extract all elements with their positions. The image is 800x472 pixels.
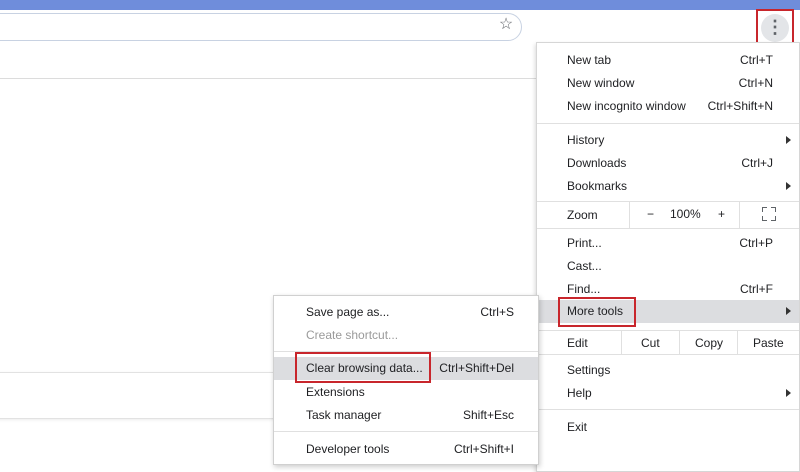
browser-toolbar	[0, 10, 800, 45]
clear-browsing-shortcut: Ctrl+Shift+Del	[439, 361, 514, 375]
submenu-arrow-icon	[786, 136, 791, 144]
zoom-out-button[interactable]: −	[647, 207, 654, 221]
print-label: Print...	[567, 236, 602, 250]
cut-button[interactable]: Cut	[621, 331, 680, 354]
copy-label: Copy	[695, 336, 724, 350]
toolbar-divider	[0, 78, 540, 79]
bookmark-star-icon[interactable]: ☆	[495, 14, 517, 36]
new-tab-label: New tab	[567, 53, 612, 67]
window-top-band	[0, 0, 800, 10]
zoom-level: 100%	[670, 207, 701, 221]
submenu-item-developer-tools[interactable]: Developer tools Ctrl+Shift+I	[274, 438, 538, 461]
zoom-row: Zoom − 100% +	[537, 201, 799, 228]
edit-row: Edit Cut Copy Paste	[537, 331, 799, 354]
menu-item-new-tab[interactable]: New tab Ctrl+T	[537, 49, 799, 72]
menu-item-exit[interactable]: Exit	[537, 416, 799, 439]
menu-item-help[interactable]: Help	[537, 382, 799, 405]
cast-label: Cast...	[567, 259, 602, 273]
zoom-label: Zoom	[567, 208, 598, 222]
clear-browsing-highlight	[295, 352, 431, 383]
menu-separator	[537, 228, 799, 229]
menu-separator	[537, 123, 799, 124]
menu-item-print[interactable]: Print... Ctrl+P	[537, 232, 799, 255]
menu-separator	[274, 431, 538, 432]
menu-item-cast[interactable]: Cast...	[537, 255, 799, 278]
save-page-shortcut: Ctrl+S	[480, 305, 514, 319]
menu-separator	[537, 409, 799, 410]
cut-label: Cut	[641, 336, 660, 350]
new-incognito-shortcut: Ctrl+Shift+N	[707, 99, 773, 113]
fullscreen-button[interactable]	[739, 201, 800, 228]
new-window-label: New window	[567, 76, 635, 90]
exit-label: Exit	[567, 420, 588, 434]
save-page-label: Save page as...	[306, 305, 390, 319]
submenu-arrow-icon	[786, 389, 791, 397]
extensions-label: Extensions	[306, 385, 365, 399]
submenu-arrow-icon	[786, 307, 791, 315]
developer-tools-label: Developer tools	[306, 442, 390, 456]
new-tab-shortcut: Ctrl+T	[740, 53, 773, 67]
submenu-item-create-shortcut: Create shortcut...	[274, 324, 538, 347]
zoom-in-button[interactable]: +	[718, 207, 725, 221]
address-bar[interactable]	[0, 13, 522, 41]
task-manager-label: Task manager	[306, 408, 382, 422]
help-label: Help	[567, 386, 592, 400]
bookmarks-label: Bookmarks	[567, 179, 628, 193]
menu-item-settings[interactable]: Settings	[537, 359, 799, 382]
settings-label: Settings	[567, 363, 611, 377]
developer-tools-shortcut: Ctrl+Shift+I	[453, 442, 514, 456]
history-label: History	[567, 133, 605, 147]
print-shortcut: Ctrl+P	[739, 236, 773, 250]
new-incognito-label: New incognito window	[567, 99, 686, 113]
find-label: Find...	[567, 282, 601, 296]
paste-label: Paste	[753, 336, 784, 350]
edit-label: Edit	[567, 336, 588, 350]
create-shortcut-label: Create shortcut...	[306, 328, 399, 342]
more-tools-highlight	[558, 297, 636, 327]
find-shortcut: Ctrl+F	[740, 282, 773, 296]
menu-item-new-incognito[interactable]: New incognito window Ctrl+Shift+N	[537, 95, 799, 118]
submenu-arrow-icon	[786, 182, 791, 190]
submenu-item-extensions[interactable]: Extensions	[274, 381, 538, 404]
downloads-label: Downloads	[567, 156, 627, 170]
menu-item-history[interactable]: History	[537, 129, 799, 152]
zoom-controls: − 100% +	[629, 201, 740, 228]
copy-button[interactable]: Copy	[679, 331, 738, 354]
submenu-item-save-page[interactable]: Save page as... Ctrl+S	[274, 301, 538, 324]
downloads-shortcut: Ctrl+J	[741, 156, 773, 170]
menu-item-new-window[interactable]: New window Ctrl+N	[537, 72, 799, 95]
menu-item-bookmarks[interactable]: Bookmarks	[537, 175, 799, 198]
new-window-shortcut: Ctrl+N	[738, 76, 773, 90]
menu-separator	[537, 354, 799, 355]
paste-button[interactable]: Paste	[737, 331, 800, 354]
submenu-item-task-manager[interactable]: Task manager Shift+Esc	[274, 404, 538, 427]
fullscreen-icon	[762, 207, 776, 221]
menu-item-downloads[interactable]: Downloads Ctrl+J	[537, 152, 799, 175]
chrome-main-menu: New tab Ctrl+T New window Ctrl+N New inc…	[536, 42, 800, 472]
task-manager-shortcut: Shift+Esc	[462, 408, 514, 422]
